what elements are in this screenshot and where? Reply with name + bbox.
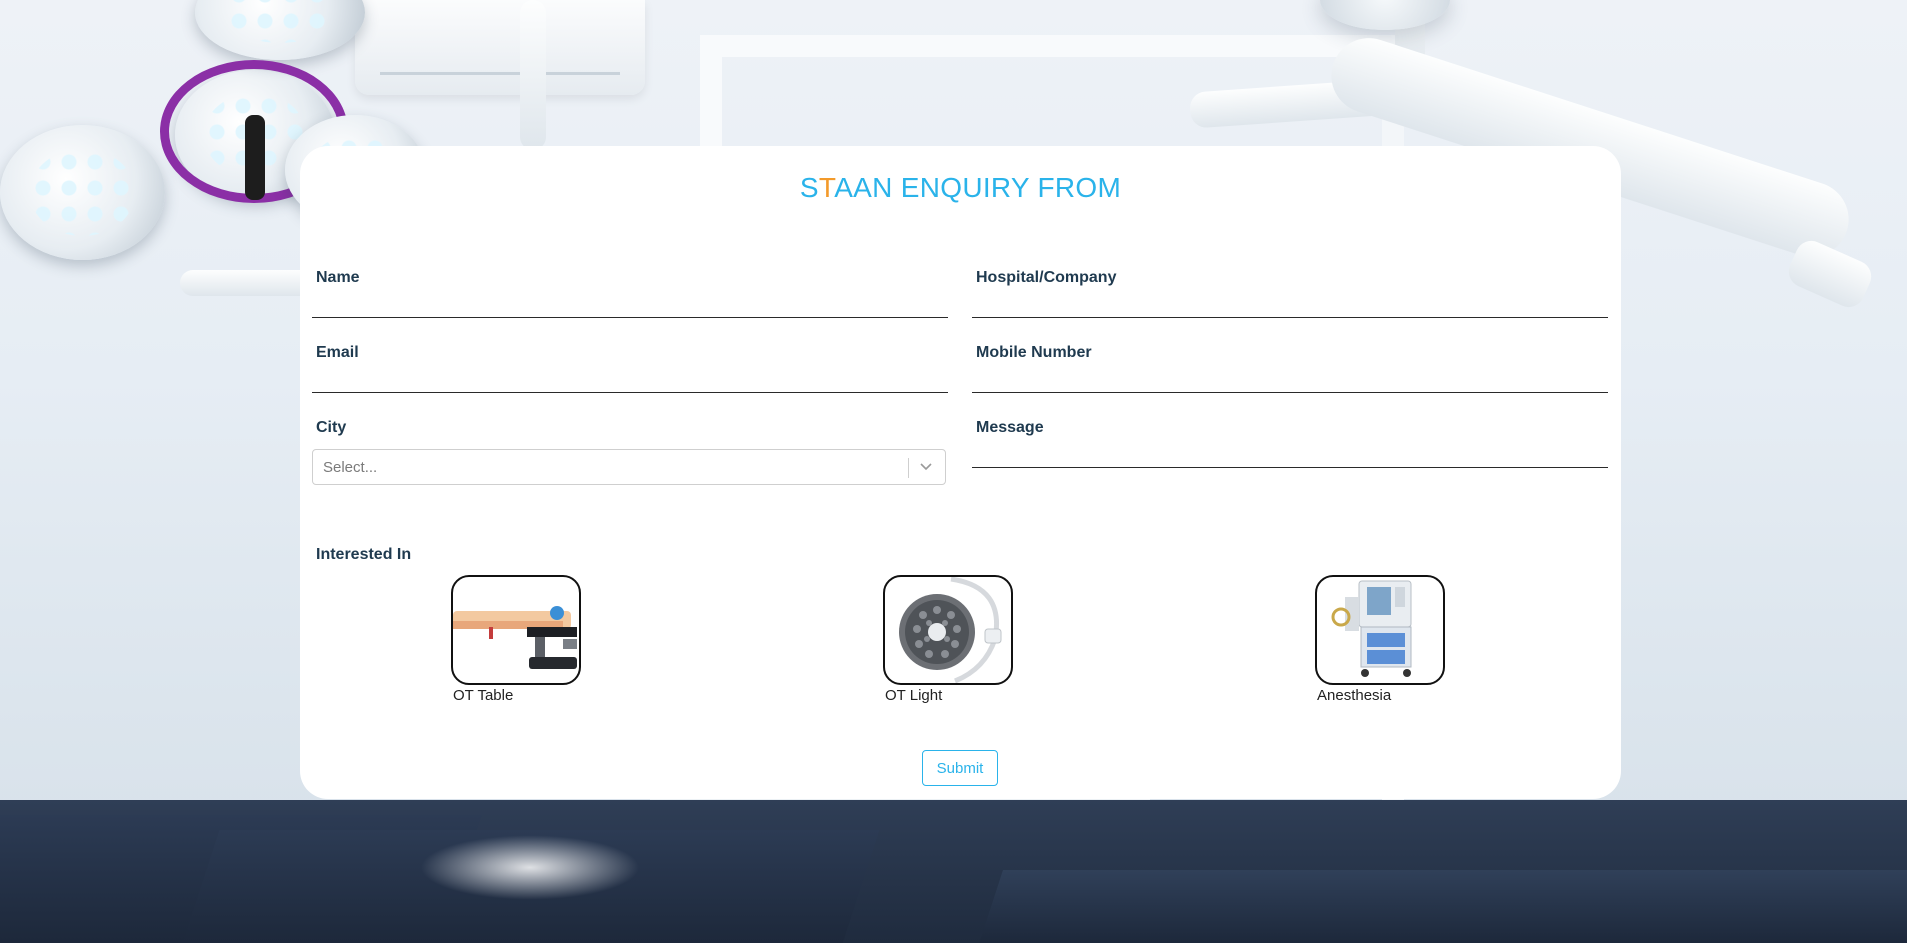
option-anesthesia[interactable]: Anesthesia	[1315, 575, 1445, 704]
ot-light-icon	[899, 577, 1002, 683]
option-ot-table[interactable]: OT Table	[451, 575, 581, 704]
ot-table-image-frame[interactable]	[451, 575, 581, 685]
anesthesia-machine-icon	[1331, 580, 1412, 677]
email-field: Email	[312, 344, 948, 398]
city-select[interactable]: Select...	[312, 449, 946, 485]
form-title: STAAN ENQUIRY FROM	[799, 172, 1122, 203]
email-input[interactable]	[312, 368, 948, 398]
hospital-company-input[interactable]	[972, 293, 1608, 323]
message-input[interactable]	[972, 443, 1608, 473]
mobile-number-label: Mobile Number	[976, 344, 1092, 361]
city-select-placeholder: Select...	[323, 459, 378, 476]
submit-button[interactable]: Submit	[922, 750, 998, 786]
name-underline	[312, 317, 948, 318]
city-field: City	[312, 419, 948, 439]
option-ot-table-label: OT Table	[453, 687, 514, 704]
email-label: Email	[316, 344, 359, 361]
message-field: Message	[972, 419, 1608, 473]
hospital-company-field: Hospital/Company	[972, 269, 1608, 323]
anesthesia-image-frame[interactable]	[1315, 575, 1445, 685]
option-ot-light[interactable]: OT Light	[883, 575, 1013, 704]
name-label: Name	[316, 269, 360, 286]
air-conditioner	[355, 0, 645, 95]
interested-in-label: Interested In	[316, 546, 412, 563]
city-label: City	[316, 419, 347, 436]
mobile-number-underline	[972, 392, 1608, 393]
name-field: Name	[312, 269, 948, 323]
ot-light-image-frame[interactable]	[883, 575, 1013, 685]
option-anesthesia-label: Anesthesia	[1317, 687, 1392, 704]
select-separator	[908, 458, 909, 478]
chevron-down-icon[interactable]	[918, 458, 934, 474]
mobile-number-field: Mobile Number	[972, 344, 1608, 398]
option-ot-light-label: OT Light	[885, 687, 943, 704]
email-underline	[312, 392, 948, 393]
name-input[interactable]	[312, 293, 948, 323]
message-underline	[972, 467, 1608, 468]
hospital-company-label: Hospital/Company	[976, 269, 1117, 286]
enquiry-form-card: STAAN ENQUIRY FROM Name Hospital/Company…	[300, 146, 1621, 799]
hospital-company-underline	[972, 317, 1608, 318]
message-label: Message	[976, 419, 1044, 436]
mobile-number-input[interactable]	[972, 368, 1608, 398]
ot-table-icon	[453, 606, 577, 669]
surgical-lamp-left	[0, 125, 165, 260]
